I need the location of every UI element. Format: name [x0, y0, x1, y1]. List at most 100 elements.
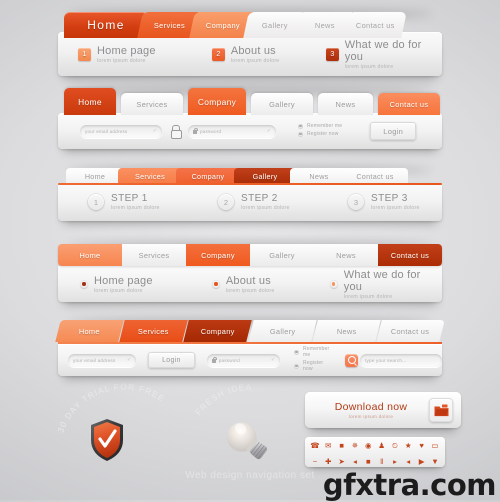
step-title: STEP 1 [111, 193, 148, 204]
stop-icon[interactable]: ■ [363, 458, 373, 466]
register-now-radio[interactable]: Register now [298, 131, 342, 137]
tab-home[interactable]: Home [64, 88, 116, 115]
bullet-icon [80, 280, 88, 288]
list-item[interactable]: About us lorem ipsum dolore [211, 274, 330, 294]
rss-icon[interactable]: ⏲ [390, 442, 400, 450]
search-input[interactable]: type your search... [360, 353, 442, 367]
search-placeholder: type your search... [365, 357, 407, 363]
item-subtitle: lorem ipsum dolore [230, 57, 280, 64]
tab-contact-us[interactable]: Contact us [343, 12, 407, 38]
email-placeholder: your email address [85, 128, 128, 134]
tab-contact-us[interactable]: Contact us [378, 93, 440, 115]
panel2-body: your email address ✓ password ✓ Remember… [58, 113, 442, 149]
login-button[interactable]: Login [148, 352, 195, 368]
radio-dot-icon [298, 123, 303, 129]
list-item[interactable]: 2 About us lorem ipsum dolore [211, 45, 321, 64]
tab-gallery[interactable]: Gallery [250, 244, 314, 266]
accent-underline [58, 183, 442, 185]
remember-label: Remember me [307, 123, 343, 129]
item-title: About us [225, 274, 271, 287]
tab-contact-us[interactable]: Contact us [376, 320, 445, 342]
item-title: Home page [97, 44, 156, 57]
check-icon: ✓ [126, 357, 132, 363]
forward-icon[interactable]: ▸ [390, 458, 400, 466]
step-item[interactable]: 3 STEP 3 lorem ipsum dolore [348, 193, 420, 211]
tab-gallery[interactable]: Gallery [247, 320, 317, 342]
list-item[interactable]: 1 Home page lorem ipsum dolore [78, 45, 197, 64]
password-placeholder: password [218, 357, 240, 363]
icon-strip: ☎ ✉ ■ ✵ ◉ ♟ ⏲ ★ ♥ ▭ − ✚ ➤ ◂ ■ ‖ ▸ ◂ ▶ ▼ [305, 437, 445, 467]
tab-company[interactable]: Company [186, 244, 250, 266]
mail-icon[interactable]: ✉ [323, 442, 333, 450]
play-icon[interactable]: ▶ [417, 458, 427, 466]
star-icon[interactable]: ★ [403, 442, 413, 450]
tab-services[interactable]: Services [122, 244, 186, 266]
list-item[interactable]: 3 What we do for you lorem ipsum dolore [325, 39, 442, 70]
idea-arc-label: FRESH IDEA [193, 382, 252, 417]
panel1-body: 1 Home page lorem ipsum dolore 2 About u… [58, 32, 442, 76]
remember-me-radio[interactable]: Remember me [294, 346, 333, 358]
step-subtitle: lorem ipsum dolore [371, 205, 420, 211]
rocket-icon[interactable]: ➤ [337, 458, 347, 466]
register-label: Register now [303, 360, 324, 372]
panel4-body: Home page lorem ipsum dolore About us lo… [58, 266, 442, 302]
phone-icon[interactable]: ☎ [310, 442, 320, 450]
login-button[interactable]: Login [370, 122, 417, 140]
number-badge: 1 [78, 47, 91, 61]
tab-news[interactable]: News [314, 244, 378, 266]
check-icon: ✓ [152, 128, 157, 134]
step-item[interactable]: 1 STEP 1 lorem ipsum dolore [88, 193, 213, 211]
briefcase-icon[interactable]: ■ [337, 442, 347, 450]
watermark: gfxtra.com [322, 468, 497, 502]
tab-home[interactable]: Home [58, 244, 122, 266]
panel3-body: 1 STEP 1 lorem ipsum dolore 2 STEP 2 lor… [58, 183, 442, 221]
download-text: Download now lorem ipsum dolore [313, 401, 429, 419]
tab-company[interactable]: Company [188, 88, 246, 115]
lock-small-icon [211, 357, 217, 363]
download-subtitle: lorem ipsum dolore [348, 414, 394, 419]
check-icon: ✓ [270, 357, 276, 363]
plus-icon[interactable]: ✚ [323, 458, 333, 466]
register-now-radio[interactable]: Register now [294, 360, 333, 372]
lightbulb-icon [218, 418, 274, 464]
user-icon[interactable]: ♟ [377, 442, 387, 450]
number-badge: 2 [211, 47, 225, 61]
item-subtitle: lorem ipsum dolore [343, 293, 393, 300]
password-field[interactable]: password ✓ [206, 353, 281, 367]
target-icon[interactable]: ◉ [363, 442, 373, 450]
panel2-tabs: Home Services Company Gallery News Conta… [64, 88, 440, 115]
minus-icon[interactable]: − [310, 458, 320, 466]
item-subtitle: lorem ipsum dolore [344, 63, 394, 70]
download-button[interactable]: Download now lorem ipsum dolore [305, 392, 461, 428]
radio-dot-icon [298, 131, 303, 137]
tab-company[interactable]: Company [183, 320, 253, 342]
step-item[interactable]: 2 STEP 2 lorem ipsum dolore [218, 193, 343, 211]
password-field[interactable]: password ✓ [188, 124, 276, 138]
comment-icon[interactable]: ▭ [430, 442, 440, 450]
tab-home[interactable]: Home [64, 12, 148, 38]
email-field[interactable]: your email address ✓ [80, 124, 162, 138]
tab-news[interactable]: News [311, 320, 381, 342]
rewind-icon[interactable]: ◂ [403, 458, 413, 466]
gear-icon[interactable]: ✵ [350, 442, 360, 450]
tab-gallery[interactable]: Gallery [251, 93, 313, 115]
volume-icon[interactable]: ◂ [350, 458, 360, 466]
tab-home[interactable]: Home [55, 320, 124, 342]
lock-small-icon [193, 128, 199, 134]
list-item[interactable]: Home page lorem ipsum dolore [80, 275, 202, 294]
step-title: STEP 3 [371, 193, 408, 204]
radio-dot-icon [294, 349, 300, 355]
tab-services[interactable]: Services [121, 93, 183, 115]
pin-icon[interactable]: ▼ [430, 458, 440, 466]
tab-news[interactable]: News [318, 93, 373, 115]
icon-row-2: − ✚ ➤ ◂ ■ ‖ ▸ ◂ ▶ ▼ [310, 457, 440, 467]
pause-icon[interactable]: ‖ [377, 458, 387, 466]
heart-icon[interactable]: ♥ [417, 442, 427, 450]
magnifier-icon [347, 356, 356, 364]
tab-services[interactable]: Services [119, 320, 189, 342]
tab-contact-us[interactable]: Contact us [378, 244, 442, 266]
remember-me-radio[interactable]: Remember me [298, 123, 342, 129]
search-button[interactable] [345, 353, 358, 367]
email-field[interactable]: your email address ✓ [68, 353, 137, 367]
list-item[interactable]: What we do for you lorem ipsum dolore [329, 269, 442, 300]
